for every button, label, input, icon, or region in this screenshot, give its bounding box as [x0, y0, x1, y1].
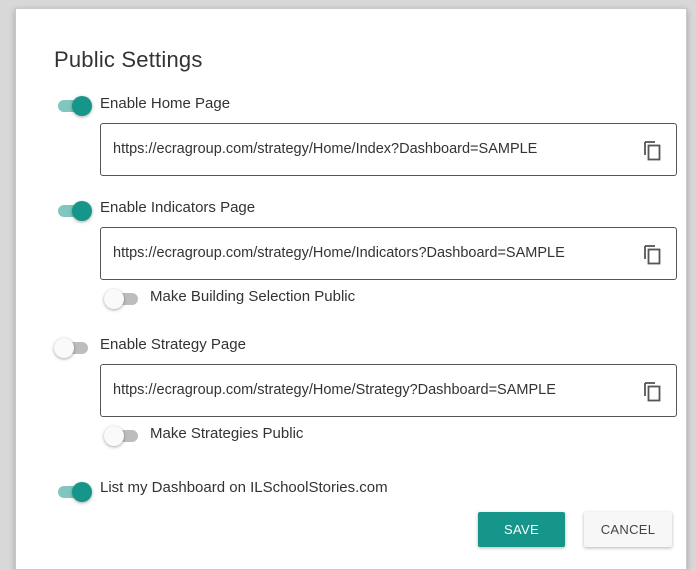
- enable-indicators-label: Enable Indicators Page: [100, 199, 256, 216]
- strategies-public-label: Make Strategies Public: [150, 425, 304, 442]
- home-url-field[interactable]: https://ecragroup.com/strategy/Home/Inde…: [100, 123, 677, 176]
- enable-strategy-label: Enable Strategy Page: [100, 336, 246, 353]
- save-button[interactable]: SAVE: [478, 512, 565, 547]
- list-dashboard-label: List my Dashboard on ILSchoolStories.com: [100, 479, 388, 496]
- toggle-knob: [104, 289, 124, 309]
- copy-icon[interactable]: [642, 139, 662, 161]
- public-settings-dialog: Public Settings Enable Home Page https:/…: [15, 8, 687, 570]
- home-url-text: https://ecragroup.com/strategy/Home/Inde…: [113, 141, 538, 157]
- enable-indicators-toggle[interactable]: [56, 200, 92, 222]
- toggle-knob: [104, 426, 124, 446]
- copy-icon[interactable]: [642, 243, 662, 265]
- toggle-knob: [72, 201, 92, 221]
- indicators-url-text: https://ecragroup.com/strategy/Home/Indi…: [113, 245, 565, 261]
- dialog-title: Public Settings: [54, 47, 203, 72]
- toggle-knob: [72, 482, 92, 502]
- building-selection-public-toggle[interactable]: [104, 288, 140, 310]
- enable-home-toggle[interactable]: [56, 95, 92, 117]
- enable-strategy-toggle[interactable]: [54, 337, 90, 359]
- enable-home-label: Enable Home Page: [100, 95, 231, 112]
- list-dashboard-toggle[interactable]: [56, 481, 92, 503]
- building-selection-public-label: Make Building Selection Public: [150, 288, 356, 305]
- copy-icon[interactable]: [642, 380, 662, 402]
- toggle-knob: [72, 96, 92, 116]
- toggle-knob: [54, 338, 74, 358]
- strategy-url-field[interactable]: https://ecragroup.com/strategy/Home/Stra…: [100, 364, 677, 417]
- cancel-button[interactable]: CANCEL: [584, 512, 672, 547]
- strategies-public-toggle[interactable]: [104, 425, 140, 447]
- indicators-url-field[interactable]: https://ecragroup.com/strategy/Home/Indi…: [100, 227, 677, 280]
- strategy-url-text: https://ecragroup.com/strategy/Home/Stra…: [113, 382, 556, 398]
